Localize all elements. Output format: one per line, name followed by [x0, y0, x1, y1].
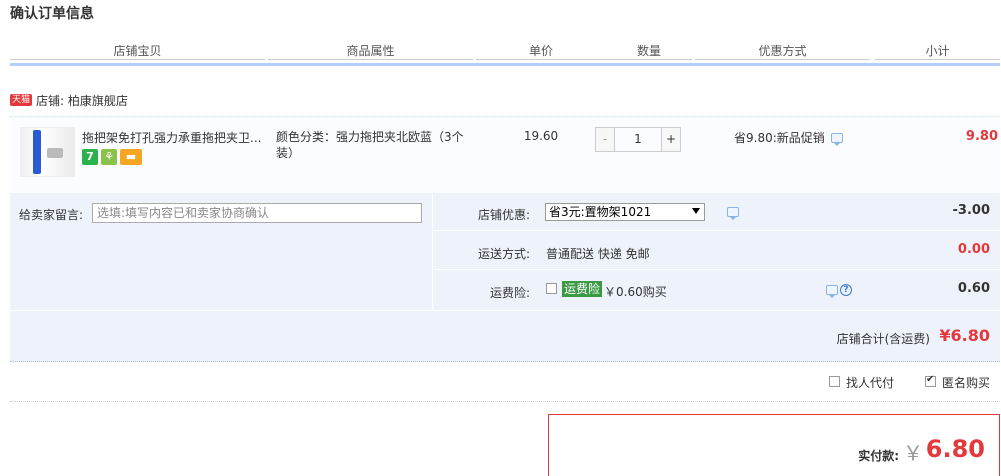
proxy-pay-label[interactable]: 找人代付	[846, 374, 894, 391]
product-attribute: 颜色分类：强力拖把夹北欧蓝（3个装）	[276, 130, 464, 160]
column-quantity: 数量	[606, 42, 692, 60]
seller-note-panel: 给卖家留言: 选填:填写内容已和卖家协商确认	[10, 193, 433, 310]
insurance-badge: 运费险	[562, 281, 603, 297]
dropdown-arrow-icon	[692, 208, 700, 214]
product-title-link[interactable]: 拖把架免打孔强力承重拖把夹卫...	[82, 129, 262, 146]
insurance-value: 0.60	[957, 281, 990, 296]
shipping-row: 运送方式: 普通配送 快递 免邮 0.00	[434, 232, 1000, 270]
anonymous-checkbox[interactable]	[925, 374, 936, 387]
message-icon[interactable]	[830, 132, 843, 146]
shop-discount-select[interactable]: 省3元:置物架1021	[545, 203, 705, 221]
page-title: 确认订单信息	[10, 6, 94, 22]
promotion-text: 省9.80:新品促销	[734, 131, 825, 145]
insurance-icons: ?	[826, 284, 852, 298]
insurance-price: ￥0.60购买	[604, 285, 667, 299]
column-header: 店铺宝贝 商品属性 单价 数量 优惠方式 小计	[10, 40, 1000, 66]
proxy-pay-checkbox[interactable]	[829, 376, 840, 387]
column-unit-price: 单价	[476, 42, 606, 60]
unit-price: 19.60	[523, 129, 559, 143]
shipping-insurance-row: 运费险: 运费险 ￥0.60购买 ? 0.60	[434, 271, 1000, 309]
quantity-minus-button[interactable]: -	[596, 128, 614, 151]
message-icon[interactable]	[727, 207, 739, 220]
product-thumbnail[interactable]	[20, 127, 75, 177]
insurance-checkbox[interactable]	[546, 283, 557, 294]
credit-card-icon[interactable]: ▬	[120, 149, 142, 165]
quantity-input[interactable]: 1	[614, 128, 662, 151]
shop-name-link[interactable]: 店铺: 柏康旗舰店	[36, 92, 128, 109]
shop-total-row: 店铺合计(含运费) ¥6.80	[10, 310, 1000, 362]
order-options: 给卖家留言: 选填:填写内容已和卖家协商确认 店铺优惠: 省3元:置物架1021…	[10, 193, 1000, 310]
extra-options: 找人代付 匿名购买	[10, 362, 1000, 402]
shop-total-label: 店铺合计(含运费)	[836, 332, 930, 346]
promotion: 省9.80:新品促销	[734, 129, 843, 146]
shipping-method: 普通配送 快递 免邮	[546, 247, 650, 261]
service-icons: 7 ⚘ ▬	[82, 149, 142, 165]
shop-discount-row: 店铺优惠: 省3元:置物架1021 -3.00	[434, 193, 1000, 231]
quantity-stepper: - 1 +	[595, 127, 681, 152]
payment-label: 实付款:	[858, 449, 899, 463]
shop-discount-selected: 省3元:置物架1021	[549, 205, 652, 219]
order-item-row: 拖把架免打孔强力承重拖把夹卫... 7 ⚘ ▬ 颜色分类：强力拖把夹北欧蓝（3个…	[10, 116, 1000, 193]
quantity-plus-button[interactable]: +	[662, 128, 680, 151]
help-icon[interactable]: ?	[840, 284, 852, 296]
column-shop-item: 店铺宝贝	[10, 42, 265, 60]
column-subtotal: 小计	[875, 42, 1000, 60]
insurance-label: 运费险:	[489, 286, 530, 300]
message-icon[interactable]	[826, 285, 838, 298]
seller-note-label: 给卖家留言:	[19, 208, 84, 222]
seller-note-input[interactable]: 选填:填写内容已和卖家协商确认	[92, 203, 422, 223]
shop-row: 天猫 店铺: 柏康旗舰店	[10, 90, 128, 110]
guarantee-icon[interactable]: ⚘	[101, 149, 117, 165]
column-attributes: 商品属性	[268, 42, 473, 60]
shop-discount-label: 店铺优惠:	[477, 208, 530, 222]
shop-discount-value: -3.00	[952, 203, 990, 218]
tmall-icon: 天猫	[10, 94, 33, 106]
anonymous-label[interactable]: 匿名购买	[942, 374, 990, 391]
shipping-label: 运送方式:	[477, 247, 530, 261]
item-subtotal: 9.80	[965, 129, 998, 144]
shipping-cost: 0.00	[957, 242, 990, 257]
shop-total-value: ¥6.80	[939, 326, 990, 345]
column-discount: 优惠方式	[695, 42, 870, 60]
yen-symbol: ￥	[903, 441, 923, 465]
payment-amount: 6.80	[925, 435, 985, 463]
payment-summary: 实付款: ￥ 6.80	[548, 414, 1000, 476]
seven-day-return-icon[interactable]: 7	[82, 149, 98, 165]
